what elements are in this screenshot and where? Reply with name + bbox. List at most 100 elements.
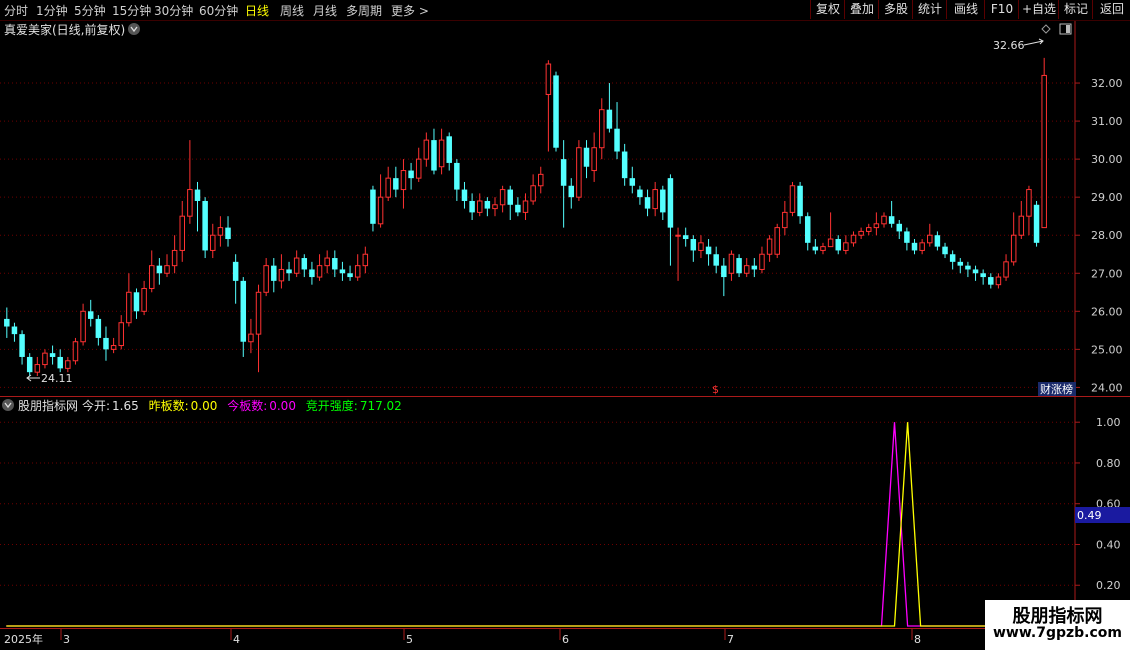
mark-button[interactable]: 标记 xyxy=(1058,0,1093,19)
candle[interactable] xyxy=(545,60,552,152)
candle[interactable] xyxy=(698,235,704,259)
candle[interactable] xyxy=(263,258,269,297)
candle[interactable] xyxy=(728,250,735,281)
candle[interactable] xyxy=(904,227,910,251)
candle[interactable] xyxy=(553,71,559,152)
candle[interactable] xyxy=(133,288,140,319)
candle[interactable] xyxy=(423,132,430,167)
back-button[interactable]: 返回 xyxy=(1092,0,1130,19)
candle[interactable] xyxy=(804,212,811,251)
candle[interactable] xyxy=(759,246,765,274)
candle[interactable] xyxy=(942,242,948,259)
candle[interactable] xyxy=(721,258,727,297)
candle[interactable] xyxy=(438,128,445,175)
candle[interactable] xyxy=(156,258,163,285)
candle[interactable] xyxy=(812,239,819,255)
candle[interactable] xyxy=(11,322,18,342)
candle[interactable] xyxy=(629,166,636,194)
period-tab-monthly[interactable]: 月线 xyxy=(313,2,337,19)
candle[interactable] xyxy=(385,166,391,201)
candle[interactable] xyxy=(507,185,513,220)
candle[interactable] xyxy=(293,250,300,278)
candle[interactable] xyxy=(370,185,376,232)
candle[interactable] xyxy=(713,246,719,274)
period-tab-1min[interactable]: 1分钟 xyxy=(36,2,68,19)
candle[interactable] xyxy=(957,258,964,274)
candle[interactable] xyxy=(538,166,544,194)
candle[interactable] xyxy=(347,265,353,281)
candle[interactable] xyxy=(843,235,849,255)
candle[interactable] xyxy=(141,280,147,316)
candle[interactable] xyxy=(26,353,33,376)
candle[interactable] xyxy=(751,258,758,278)
candle[interactable] xyxy=(286,261,292,281)
candle[interactable] xyxy=(87,299,94,327)
candle[interactable] xyxy=(278,254,285,289)
candle[interactable] xyxy=(499,185,506,213)
candle[interactable] xyxy=(1033,200,1040,247)
candle[interactable] xyxy=(484,197,491,217)
candle[interactable] xyxy=(522,193,529,220)
candle[interactable] xyxy=(49,345,56,365)
rank-badge[interactable]: 财涨榜 xyxy=(1040,382,1073,396)
candle[interactable] xyxy=(4,307,10,338)
candle[interactable] xyxy=(866,223,872,236)
period-tab-5min[interactable]: 5分钟 xyxy=(74,2,106,19)
period-tab-30min[interactable]: 30分钟 xyxy=(154,2,193,19)
candle[interactable] xyxy=(339,261,346,281)
candle[interactable] xyxy=(324,250,330,274)
candle[interactable] xyxy=(461,181,468,209)
candle[interactable] xyxy=(126,273,132,327)
candle[interactable] xyxy=(919,239,925,255)
candle[interactable] xyxy=(820,242,826,255)
candle[interactable] xyxy=(179,200,185,262)
candle[interactable] xyxy=(95,315,102,346)
candle[interactable] xyxy=(446,132,452,171)
candle[interactable] xyxy=(873,212,880,236)
candle[interactable] xyxy=(309,261,315,285)
candle[interactable] xyxy=(110,337,117,354)
candle[interactable] xyxy=(393,166,399,198)
candle[interactable] xyxy=(476,193,483,217)
candle[interactable] xyxy=(1010,212,1017,266)
candle[interactable] xyxy=(187,140,193,224)
f10-button[interactable]: F10 xyxy=(984,0,1019,19)
candle[interactable] xyxy=(614,102,620,160)
candle[interactable] xyxy=(362,246,369,274)
candle[interactable] xyxy=(103,326,109,361)
candle[interactable] xyxy=(911,239,918,255)
candle[interactable] xyxy=(57,349,63,373)
period-tab-more[interactable]: 更多 > xyxy=(391,2,429,19)
candle[interactable] xyxy=(652,181,658,217)
candle[interactable] xyxy=(255,284,262,373)
candle[interactable] xyxy=(599,98,605,160)
period-tab-fenshi[interactable]: 分时 xyxy=(4,2,28,19)
candle[interactable] xyxy=(210,223,216,259)
candle[interactable] xyxy=(469,193,475,220)
candle[interactable] xyxy=(995,273,1002,289)
title-dropdown-icon[interactable] xyxy=(128,23,140,35)
candle[interactable] xyxy=(896,220,903,240)
candle[interactable] xyxy=(72,337,79,365)
candle[interactable] xyxy=(621,143,628,186)
candle[interactable] xyxy=(850,231,857,247)
candle[interactable] xyxy=(202,197,208,259)
period-tab-15min[interactable]: 15分钟 xyxy=(112,2,151,19)
candle[interactable] xyxy=(164,254,170,278)
candle[interactable] xyxy=(980,269,986,285)
candlestick-series[interactable] xyxy=(4,57,1047,376)
candle[interactable] xyxy=(118,315,124,350)
candle[interactable] xyxy=(660,185,666,220)
candle[interactable] xyxy=(492,197,498,217)
candle[interactable] xyxy=(65,356,71,373)
candle[interactable] xyxy=(1026,185,1032,236)
candle[interactable] xyxy=(797,181,803,224)
draw-line-button[interactable]: 画线 xyxy=(946,0,985,19)
indicator-name[interactable]: 股朋指标网 xyxy=(18,398,78,413)
period-tab-weekly[interactable]: 周线 xyxy=(280,2,304,19)
candle[interactable] xyxy=(515,197,521,217)
candle[interactable] xyxy=(583,140,590,179)
candle[interactable] xyxy=(232,254,239,304)
candle[interactable] xyxy=(591,132,597,182)
candle[interactable] xyxy=(301,254,308,278)
